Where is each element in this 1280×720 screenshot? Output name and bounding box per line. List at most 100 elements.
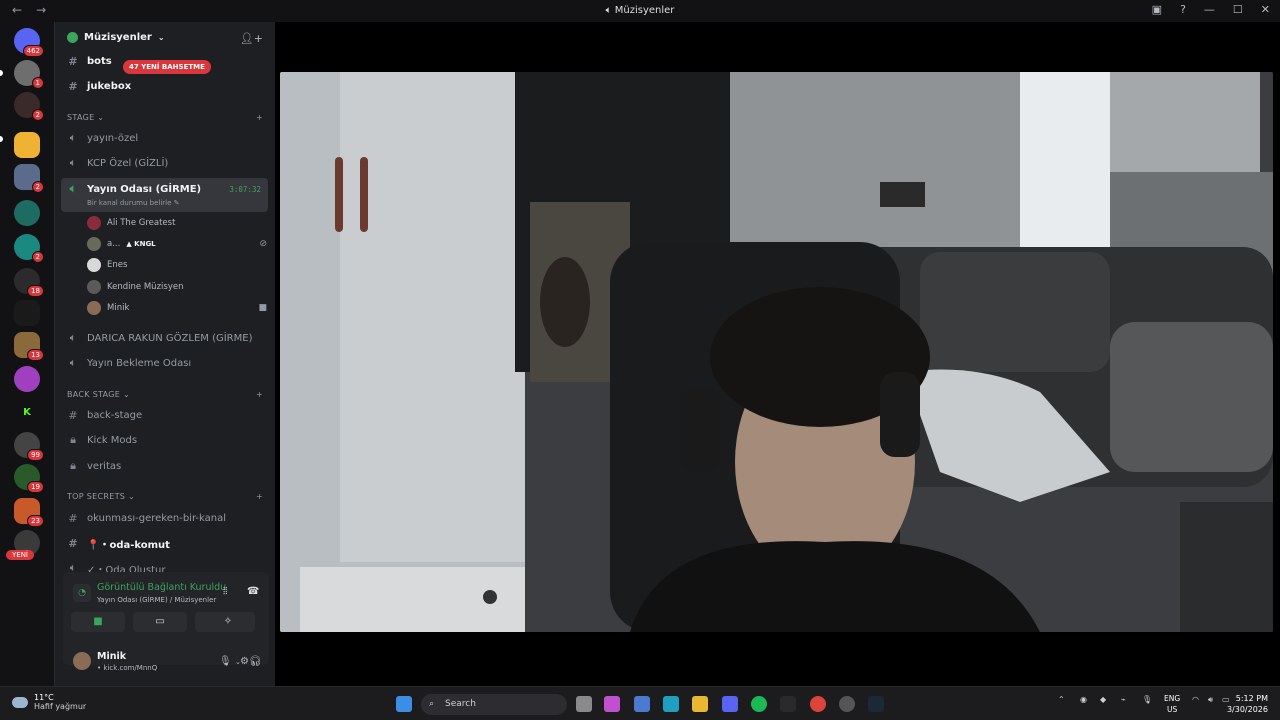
speaker-icon: 🔈︎ [69, 331, 77, 344]
task-view-icon[interactable] [576, 696, 592, 712]
wifi-icon[interactable]: ◠ [1192, 695, 1199, 704]
obs-icon[interactable] [780, 696, 796, 712]
volume-icon[interactable]: 🔊︎ [1208, 695, 1213, 705]
unread-badge: 23 [27, 515, 44, 527]
muted-mic-icon: ⊘ [259, 239, 267, 249]
pencil-icon: ✎ [173, 199, 180, 207]
speaker-icon: 🔈︎ [69, 182, 77, 195]
server-icon[interactable] [14, 366, 40, 392]
mention-badge[interactable]: 47 YENİ BAHSETME [123, 60, 211, 74]
taskbar-search[interactable]: ⌕ Search [421, 694, 567, 715]
video-camera-icon: ■ [258, 303, 267, 313]
channel-okunmasi[interactable]: # okunması-gereken-bir-kanal [67, 508, 267, 528]
channel-oda-komut[interactable]: # 📍・oda-komut [67, 533, 267, 553]
server-icon[interactable]: 18 [14, 268, 44, 297]
channel-back-stage[interactable]: # back-stage [67, 405, 267, 425]
home-server[interactable]: 462 [14, 28, 44, 57]
voice-user[interactable]: Minik ■ [87, 301, 267, 315]
speaker-icon: 🔈︎ [69, 131, 77, 144]
category-stage[interactable]: STAGE ⌄ + [67, 113, 263, 122]
weather-widget[interactable]: 11°C Hafif yağmur [12, 693, 86, 711]
voice-user[interactable]: a... ▲ KNGL ⊘ [87, 237, 267, 251]
steam-icon[interactable] [868, 696, 884, 712]
noise-suppression-icon[interactable]: ⦙⦙ [223, 586, 227, 597]
soundboard-button[interactable]: ✧ [201, 612, 255, 632]
category-back-stage[interactable]: BACK STAGE ⌄ + [67, 390, 263, 399]
tray-network-icon[interactable]: ⌁ [1121, 695, 1126, 704]
channel-status[interactable]: Bir kanal durumu belirle ✎ [87, 199, 180, 207]
server-icon[interactable]: 23 [14, 498, 44, 527]
weather-condition: Hafif yağmur [34, 702, 87, 711]
category-top-secrets[interactable]: TOP SECRETS ⌄ + [67, 492, 263, 501]
store-icon[interactable] [634, 696, 650, 712]
channel-yayin-ozel[interactable]: 🔈︎ yayın-özel [67, 128, 267, 148]
avatar[interactable] [73, 652, 91, 670]
guild-header[interactable]: Müzisyenler ⌄ [67, 32, 165, 43]
add-channel-icon[interactable]: + [256, 492, 263, 501]
unread-badge: 18 [27, 285, 44, 297]
inbox-icon[interactable]: ▣ [1152, 3, 1162, 16]
tray-overflow-icon[interactable]: ⌃ [1058, 695, 1065, 704]
close-button[interactable]: ✕ [1261, 3, 1270, 16]
microphone-icon[interactable]: 🎙︎ [219, 656, 232, 667]
spotify-icon[interactable] [751, 696, 767, 712]
tray-app-icon[interactable]: ◉ [1080, 695, 1087, 704]
unread-badge: 2 [31, 251, 44, 263]
clock[interactable]: 5:12 PM 3/30/2026 [1227, 693, 1268, 715]
maximize-button[interactable]: ☐ [1233, 3, 1243, 16]
voice-connected-channel[interactable]: Yayın Odası (GİRME) / Müzisyenler [97, 596, 216, 604]
signal-icon[interactable]: ◔ [73, 584, 91, 602]
tray-mic-icon[interactable]: 🎙︎ [1142, 695, 1152, 704]
file-explorer-icon[interactable] [692, 696, 708, 712]
kick-server-icon[interactable]: K [14, 400, 40, 426]
channel-kick-mods[interactable]: 🔒︎ Kick Mods [67, 430, 267, 450]
username[interactable]: Minik [97, 651, 126, 662]
camera-button[interactable]: ■ [71, 612, 125, 632]
headphones-icon[interactable]: 🎧︎ [249, 656, 262, 667]
stream-video[interactable] [280, 72, 1273, 632]
custom-status: • kick.com/MnnQ [97, 664, 158, 672]
channel-jukebox[interactable]: # jukebox [67, 76, 267, 96]
server-icon[interactable] [14, 300, 40, 326]
temperature: 11°C [34, 693, 54, 702]
server-icon[interactable]: 13 [14, 332, 44, 361]
server-icon[interactable]: 2 [14, 234, 44, 263]
server-icon[interactable]: 1 [14, 60, 44, 89]
disconnect-icon[interactable]: ☎︎ [247, 586, 259, 597]
settings-gear-icon[interactable]: ⚙︎ [240, 656, 249, 667]
channel-yayin-bekleme[interactable]: 🔈︎ Yayın Bekleme Odası [67, 353, 267, 373]
screen-share-button[interactable]: ▭ [133, 612, 187, 632]
voice-user[interactable]: Enes [87, 258, 267, 272]
server-icon[interactable]: 2 [14, 92, 44, 121]
channel-kcp-ozel[interactable]: 🔈︎ KCP Özel (GİZLİ) [67, 153, 267, 173]
server-icon[interactable] [14, 132, 40, 158]
add-channel-icon[interactable]: + [256, 390, 263, 399]
server-icon[interactable]: 19 [14, 464, 44, 493]
unread-badge: 1 [31, 77, 44, 89]
server-icon[interactable]: 2 [14, 164, 44, 193]
copilot-icon[interactable] [604, 696, 620, 712]
help-icon[interactable]: ? [1180, 3, 1186, 16]
minimize-button[interactable]: — [1204, 3, 1215, 16]
unread-badge: 19 [27, 481, 44, 493]
chrome-icon[interactable] [810, 696, 826, 712]
app-icon[interactable] [839, 696, 855, 712]
windows-start-icon[interactable] [396, 696, 412, 712]
user-panel: Minik • kick.com/MnnQ 🎙︎ ⌄ 🎧︎ [63, 642, 269, 682]
add-channel-icon[interactable]: + [256, 113, 263, 122]
voice-user[interactable]: Kendine Müzisyen [87, 280, 267, 294]
title-bar: ← → 🔈︎ Müzisyenler ▣ ? — ☐ ✕ [0, 0, 1280, 22]
server-icon[interactable]: 99 [14, 432, 44, 461]
tray-steam-icon[interactable]: ◆ [1100, 695, 1106, 704]
edge-icon[interactable] [663, 696, 679, 712]
avatar [87, 280, 101, 294]
discord-icon[interactable] [722, 696, 738, 712]
unread-pill [0, 70, 3, 76]
server-icon[interactable] [14, 200, 40, 226]
invite-people-icon[interactable]: 👤︎+ [240, 32, 263, 45]
voice-connected-title[interactable]: Görüntülü Bağlantı Kuruldu [97, 582, 226, 593]
channel-darica-rakun[interactable]: 🔈︎ DARICA RAKUN GÖZLEM (GİRME) [67, 328, 267, 348]
language-indicator[interactable]: ENG US [1164, 693, 1180, 715]
voice-user[interactable]: Ali The Greatest [87, 216, 267, 230]
channel-veritas[interactable]: 🔒︎ veritas [67, 456, 267, 476]
